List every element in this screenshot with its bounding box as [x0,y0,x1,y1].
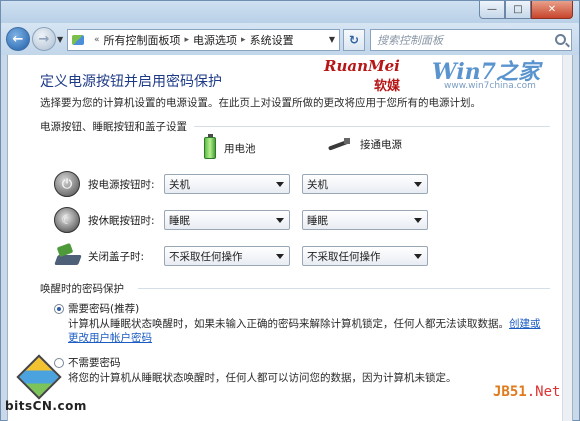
sleep-button-battery-select[interactable]: 睡眠 [164,210,290,230]
power-section-title: 电源按钮、睡眠按钮和盖子设置 [40,121,187,133]
jb51-watermark: JB51.Net [493,384,560,400]
control-panel-window: — □ ✕ ← → ▼ « 所有控制面板项 ▸ 电源选项 ▸ 系统设置 ▼ ↻ … [0,0,580,421]
win7china-url: www.win7china.com [444,81,536,91]
address-dropdown-icon[interactable]: ▼ [329,35,335,44]
bitscn-logo-icon [16,354,62,400]
select-value: 睡眠 [307,214,328,227]
bitscn-watermark-text: bitsCN.com [5,399,87,413]
breadcrumb-separator-icon[interactable]: ▸ [241,35,246,45]
page-title: 定义电源按钮并启用密码保护 [40,74,222,90]
search-placeholder: 搜索控制面板 [377,34,443,47]
close-button[interactable]: ✕ [531,1,573,19]
battery-icon [204,134,216,159]
require-password-description: 计算机从睡眠状态唤醒时，如果未输入正确的密码来解除计算机锁定，任何人都无法读取数… [68,317,546,345]
select-value: 关机 [169,178,190,191]
breadcrumb-overflow[interactable]: « [94,35,100,45]
power-button-icon: ⏻ [54,171,80,197]
plugged-column-header: 接通电源 [328,137,402,152]
search-input[interactable]: 搜索控制面板 [370,29,572,51]
power-button-battery-select[interactable]: 关机 [164,174,290,194]
search-icon[interactable] [555,34,566,45]
breadcrumb-separator-icon[interactable]: ▸ [185,35,190,45]
dropdown-arrow-icon [414,254,422,259]
battery-column-label: 用电池 [224,142,256,155]
lid-close-row: 关闭盖子时: 不采取任何操作 不采取任何操作 [8,243,428,271]
breadcrumb-system-settings[interactable]: 系统设置 [250,32,294,48]
maximize-button[interactable]: □ [505,1,531,19]
ruanmei-logo-cn: 软媒 [374,79,401,94]
dropdown-arrow-icon [276,182,284,187]
breadcrumb-all-items[interactable]: 所有控制面板项 [104,32,181,48]
sleep-button-plugged-select[interactable]: 睡眠 [302,210,428,230]
wake-section-title: 唤醒时的密码保护 [40,283,124,295]
forward-button[interactable]: → [32,27,56,51]
dropdown-arrow-icon [276,254,284,259]
section-divider [194,126,550,127]
breadcrumb-power-options[interactable]: 电源选项 [193,32,237,48]
dropdown-arrow-icon [276,218,284,223]
select-value: 不采取任何操作 [169,250,243,263]
select-value: 关机 [307,178,328,191]
vertical-scrollbar[interactable] [562,55,572,421]
minimize-button[interactable]: — [479,1,505,19]
history-dropdown-icon[interactable]: ▼ [57,35,63,44]
dropdown-arrow-icon [414,218,422,223]
window-controls: — □ ✕ [479,1,573,19]
bitscn-watermark: bitsCN.com [1,354,97,421]
dropdown-arrow-icon [414,182,422,187]
lid-close-battery-select[interactable]: 不采取任何操作 [164,246,290,266]
lid-close-plugged-select[interactable]: 不采取任何操作 [302,246,428,266]
address-bar[interactable]: « 所有控制面板项 ▸ 电源选项 ▸ 系统设置 ▼ [67,29,340,51]
sleep-button-row: ☾ 按休眠按钮时: 睡眠 睡眠 [8,207,428,235]
require-password-label[interactable]: 需要密码(推荐) [68,301,139,316]
battery-column-header: 用电池 [204,134,256,159]
select-value: 睡眠 [169,214,190,227]
title-bar: — □ ✕ [1,1,579,23]
power-button-row: ⏻ 按电源按钮时: 关机 关机 [8,171,428,199]
control-panel-icon [71,33,87,47]
navigation-bar: ← → ▼ « 所有控制面板项 ▸ 电源选项 ▸ 系统设置 ▼ ↻ 搜索控制面板 [1,23,579,55]
require-password-radio[interactable] [54,304,64,314]
sleep-button-icon: ☾ [54,207,80,233]
lid-close-label: 关闭盖子时: [88,251,145,263]
jb51-watermark-text: JB51 [493,384,527,400]
power-button-plugged-select[interactable]: 关机 [302,174,428,194]
page-description: 选择要为您的计算机设置的电源设置。在此页上对设置所做的更改将应用于您所有的电源计… [40,97,481,109]
select-value: 不采取任何操作 [307,250,381,263]
back-button[interactable]: ← [6,27,30,51]
plugged-column-label: 接通电源 [360,139,402,151]
jb51-watermark-suffix: .Net [526,384,561,400]
power-button-label: 按电源按钮时: [88,179,155,191]
laptop-lid-icon [54,245,82,267]
section-divider [138,288,550,289]
ruanmei-logo: RuanMei [324,57,400,75]
plug-icon [328,137,352,152]
sleep-button-label: 按休眠按钮时: [88,215,155,227]
require-password-desc-text: 计算机从睡眠状态唤醒时，如果未输入正确的密码来解除计算机锁定，任何人都无法读取数… [68,318,509,330]
no-password-description: 将您的计算机从睡眠状态唤醒时，任何人都可以访问您的数据，因为计算机未锁定。 [68,372,457,384]
refresh-button[interactable]: ↻ [343,29,365,51]
